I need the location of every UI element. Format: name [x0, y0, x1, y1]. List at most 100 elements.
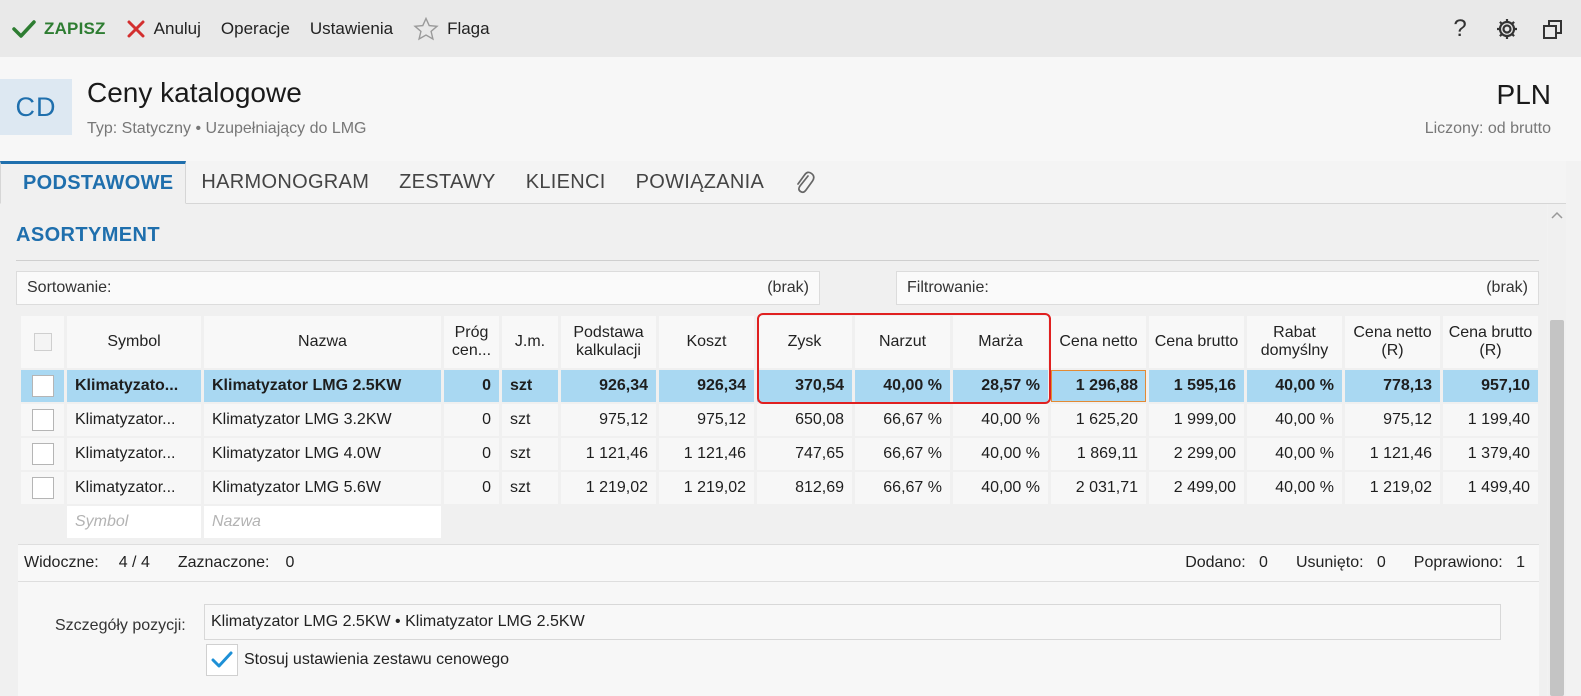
row-checkbox[interactable] [21, 404, 64, 436]
tab-podstawowe[interactable]: PODSTAWOWE [0, 161, 187, 204]
new-name-input[interactable]: Nazwa [204, 506, 441, 538]
cell-calc-base[interactable]: 1 219,02 [561, 472, 656, 504]
select-all-checkbox[interactable] [21, 316, 64, 368]
tab-attachments[interactable] [779, 161, 829, 203]
cell-net-price[interactable]: 1 296,88 [1051, 370, 1146, 402]
cell-threshold[interactable]: 0 [444, 438, 499, 470]
cell-gross-price[interactable]: 1 999,00 [1149, 404, 1244, 436]
col-header-cost[interactable]: Koszt [659, 316, 754, 368]
cell-net-price[interactable]: 1 869,11 [1051, 438, 1146, 470]
col-header-price-threshold[interactable]: Próg cen... [444, 316, 499, 368]
toolbar: ZAPISZ Anuluj Operacje Ustawienia Flaga … [0, 0, 1581, 57]
row-checkbox[interactable] [21, 370, 64, 402]
help-icon[interactable]: ? [1447, 15, 1473, 43]
cell-net-price[interactable]: 1 625,20 [1051, 404, 1146, 436]
cell-name[interactable]: Klimatyzator LMG 4.0W [204, 438, 441, 470]
col-header-calc-base[interactable]: Podstawa kalkulacji [561, 316, 656, 368]
close-icon [127, 20, 145, 37]
cell-name[interactable]: Klimatyzator LMG 3.2KW [204, 404, 441, 436]
col-header-net-price-r[interactable]: Cena netto (R) [1345, 316, 1440, 368]
cell-calc-base[interactable]: 975,12 [561, 404, 656, 436]
cell-cost[interactable]: 975,12 [659, 404, 754, 436]
apply-price-set-checkbox[interactable]: Stosuj ustawienia zestawu cenowego [206, 644, 509, 676]
cell-gross-price-r[interactable]: 1 199,40 [1443, 404, 1538, 436]
col-header-gross-price-r[interactable]: Cena brutto (R) [1443, 316, 1538, 368]
cell-net-price-r[interactable]: 1 219,02 [1345, 472, 1440, 504]
operations-menu[interactable]: Operacje [221, 19, 290, 39]
cell-gross-price[interactable]: 1 595,16 [1149, 370, 1244, 402]
cell-markup[interactable]: 66,67 % [855, 404, 950, 436]
row-checkbox[interactable] [21, 472, 64, 504]
cell-gross-price[interactable]: 2 499,00 [1149, 472, 1244, 504]
cell-default-discount[interactable]: 40,00 % [1247, 370, 1342, 402]
col-header-gross-price[interactable]: Cena brutto [1149, 316, 1244, 368]
cell-gross-price-r[interactable]: 957,10 [1443, 370, 1538, 402]
cell-symbol[interactable]: Klimatyzator... [67, 404, 201, 436]
cell-margin[interactable]: 40,00 % [953, 438, 1048, 470]
tab-powiazania[interactable]: POWIĄZANIA [621, 161, 780, 203]
cell-net-price-r[interactable]: 1 121,46 [1345, 438, 1440, 470]
sorting-field[interactable]: Sortowanie: (brak) [16, 271, 820, 305]
cell-cost[interactable]: 1 121,46 [659, 438, 754, 470]
cell-markup[interactable]: 66,67 % [855, 438, 950, 470]
cell-cost[interactable]: 926,34 [659, 370, 754, 402]
cell-symbol[interactable]: Klimatyzator... [67, 438, 201, 470]
cell-threshold[interactable]: 0 [444, 404, 499, 436]
cell-calc-base[interactable]: 926,34 [561, 370, 656, 402]
cell-threshold[interactable]: 0 [444, 472, 499, 504]
cell-symbol[interactable]: Klimatyzator... [67, 472, 201, 504]
cell-default-discount[interactable]: 40,00 % [1247, 472, 1342, 504]
details-label: Szczegóły pozycji: [55, 617, 186, 634]
row-checkbox[interactable] [21, 438, 64, 470]
cell-profit[interactable]: 812,69 [757, 472, 852, 504]
new-symbol-input[interactable]: Symbol [67, 506, 201, 538]
table-row[interactable]: Klimatyzator... Klimatyzator LMG 4.0W 0 … [21, 438, 1538, 470]
sorting-label: Sortowanie: [27, 279, 112, 296]
cell-gross-price-r[interactable]: 1 499,40 [1443, 472, 1538, 504]
tab-zestawy[interactable]: ZESTAWY [384, 161, 511, 203]
cell-unit[interactable]: szt [502, 370, 558, 402]
settings-menu[interactable]: Ustawienia [310, 19, 393, 39]
table-row[interactable]: Klimatyzator... Klimatyzator LMG 3.2KW 0… [21, 404, 1538, 436]
flag-button[interactable]: Flaga [413, 16, 490, 41]
save-button[interactable]: ZAPISZ [12, 19, 106, 39]
restore-window-icon[interactable] [1541, 17, 1565, 41]
cell-gross-price-r[interactable]: 1 379,40 [1443, 438, 1538, 470]
cell-name[interactable]: Klimatyzator LMG 2.5KW [204, 370, 441, 402]
cell-profit[interactable]: 747,65 [757, 438, 852, 470]
col-header-net-price[interactable]: Cena netto [1051, 316, 1146, 368]
cell-profit[interactable]: 650,08 [757, 404, 852, 436]
cell-net-price[interactable]: 2 031,71 [1051, 472, 1146, 504]
fixed-label: Poprawiono: [1413, 554, 1503, 571]
cell-default-discount[interactable]: 40,00 % [1247, 404, 1342, 436]
new-row: Symbol Nazwa [21, 506, 1538, 538]
cell-margin[interactable]: 40,00 % [953, 404, 1048, 436]
col-header-name[interactable]: Nazwa [204, 316, 441, 368]
cell-net-price-r[interactable]: 975,12 [1345, 404, 1440, 436]
cell-name[interactable]: Klimatyzator LMG 5.6W [204, 472, 441, 504]
gear-icon[interactable] [1495, 17, 1519, 41]
cell-cost[interactable]: 1 219,02 [659, 472, 754, 504]
cell-gross-price[interactable]: 2 299,00 [1149, 438, 1244, 470]
checkbox-box[interactable] [206, 644, 238, 676]
cell-unit[interactable]: szt [502, 438, 558, 470]
table-row[interactable]: Klimatyzator... Klimatyzator LMG 5.6W 0 … [21, 472, 1538, 504]
cell-unit[interactable]: szt [502, 472, 558, 504]
cell-markup[interactable]: 66,67 % [855, 472, 950, 504]
tab-harmonogram[interactable]: HARMONOGRAM [186, 161, 384, 203]
cell-default-discount[interactable]: 40,00 % [1247, 438, 1342, 470]
scroll-up-icon[interactable] [1548, 206, 1566, 224]
cell-net-price-r[interactable]: 778,13 [1345, 370, 1440, 402]
cell-unit[interactable]: szt [502, 404, 558, 436]
cancel-button[interactable]: Anuluj [126, 19, 201, 39]
cell-symbol[interactable]: Klimatyzato... [67, 370, 201, 402]
cell-calc-base[interactable]: 1 121,46 [561, 438, 656, 470]
col-header-symbol[interactable]: Symbol [67, 316, 201, 368]
tab-klienci[interactable]: KLIENCI [511, 161, 621, 203]
col-header-default-discount[interactable]: Rabat domyślny [1247, 316, 1342, 368]
filtering-field[interactable]: Filtrowanie: (brak) [896, 271, 1539, 305]
col-header-unit[interactable]: J.m. [502, 316, 558, 368]
cell-threshold[interactable]: 0 [444, 370, 499, 402]
scrollbar-thumb[interactable] [1550, 320, 1564, 696]
cell-margin[interactable]: 40,00 % [953, 472, 1048, 504]
